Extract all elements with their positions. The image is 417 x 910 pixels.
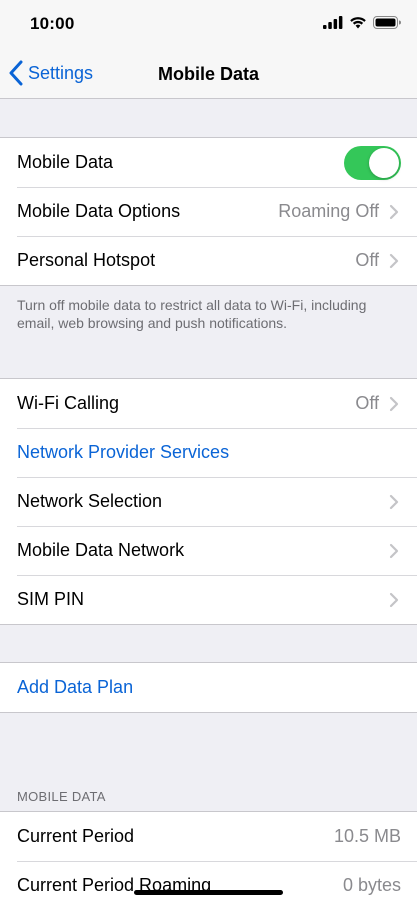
row-value: Off bbox=[355, 250, 379, 270]
chevron-right-icon bbox=[389, 253, 399, 268]
row-label: Mobile Data bbox=[17, 152, 114, 172]
data-plan-group: Add Data Plan bbox=[0, 662, 417, 713]
row-mobile-data-network[interactable]: Mobile Data Network bbox=[0, 526, 417, 575]
row-wifi-calling[interactable]: Wi-Fi Calling Off bbox=[0, 379, 417, 428]
network-group: Wi-Fi Calling Off Network Provider Servi… bbox=[0, 378, 417, 625]
row-network-selection[interactable]: Network Selection bbox=[0, 477, 417, 526]
row-label: SIM PIN bbox=[17, 589, 85, 609]
wifi-icon bbox=[350, 17, 366, 29]
cellular-signal-icon bbox=[323, 16, 343, 29]
row-label: Personal Hotspot bbox=[17, 250, 156, 270]
row-mobile-data: Mobile Data bbox=[0, 138, 417, 187]
mobile-data-toggle[interactable] bbox=[344, 145, 401, 180]
chevron-right-icon bbox=[389, 543, 399, 558]
home-indicator[interactable] bbox=[134, 890, 283, 895]
row-sim-pin[interactable]: SIM PIN bbox=[0, 575, 417, 624]
row-value: Roaming Off bbox=[278, 201, 379, 221]
row-add-data-plan[interactable]: Add Data Plan bbox=[0, 663, 417, 712]
row-label: Mobile Data Network bbox=[17, 540, 185, 560]
mobile-data-footer-note: Turn off mobile data to restrict all dat… bbox=[17, 297, 367, 331]
row-network-provider-services[interactable]: Network Provider Services bbox=[0, 428, 417, 477]
chevron-left-icon bbox=[9, 60, 23, 86]
battery-icon bbox=[373, 16, 401, 29]
chevron-right-icon bbox=[389, 204, 399, 219]
row-value: 0 bytes bbox=[342, 875, 401, 895]
chevron-right-icon bbox=[389, 494, 399, 509]
back-label: Settings bbox=[28, 62, 94, 83]
status-time: 10:00 bbox=[30, 14, 75, 33]
status-icons bbox=[323, 16, 401, 29]
row-label: Current Period bbox=[17, 826, 135, 846]
row-value: Off bbox=[355, 393, 379, 413]
row-label: Network Provider Services bbox=[17, 442, 230, 462]
toggle-knob bbox=[369, 147, 399, 178]
row-label: Mobile Data Options bbox=[17, 201, 181, 221]
row-label: Wi-Fi Calling bbox=[17, 393, 120, 413]
section-header-mobile-data: MOBILE DATA bbox=[17, 789, 106, 804]
back-button[interactable]: Settings bbox=[8, 60, 93, 86]
navigation-bar: Settings Mobile Data bbox=[0, 50, 417, 99]
status-bar: 10:00 bbox=[0, 0, 417, 50]
row-current-period: Current Period 10.5 MB bbox=[0, 812, 417, 861]
row-value: 10.5 MB bbox=[333, 826, 401, 846]
chevron-right-icon bbox=[389, 592, 399, 607]
row-personal-hotspot[interactable]: Personal Hotspot Off bbox=[0, 236, 417, 285]
row-label: Network Selection bbox=[17, 491, 163, 511]
mobile-data-group: Mobile Data Mobile Data Options Roaming … bbox=[0, 137, 417, 286]
chevron-right-icon bbox=[389, 396, 399, 411]
row-mobile-data-options[interactable]: Mobile Data Options Roaming Off bbox=[0, 187, 417, 236]
row-label: Add Data Plan bbox=[17, 677, 134, 697]
usage-group: Current Period 10.5 MB Current Period Ro… bbox=[0, 811, 417, 910]
row-current-period-roaming: Current Period Roaming 0 bytes bbox=[0, 861, 417, 910]
